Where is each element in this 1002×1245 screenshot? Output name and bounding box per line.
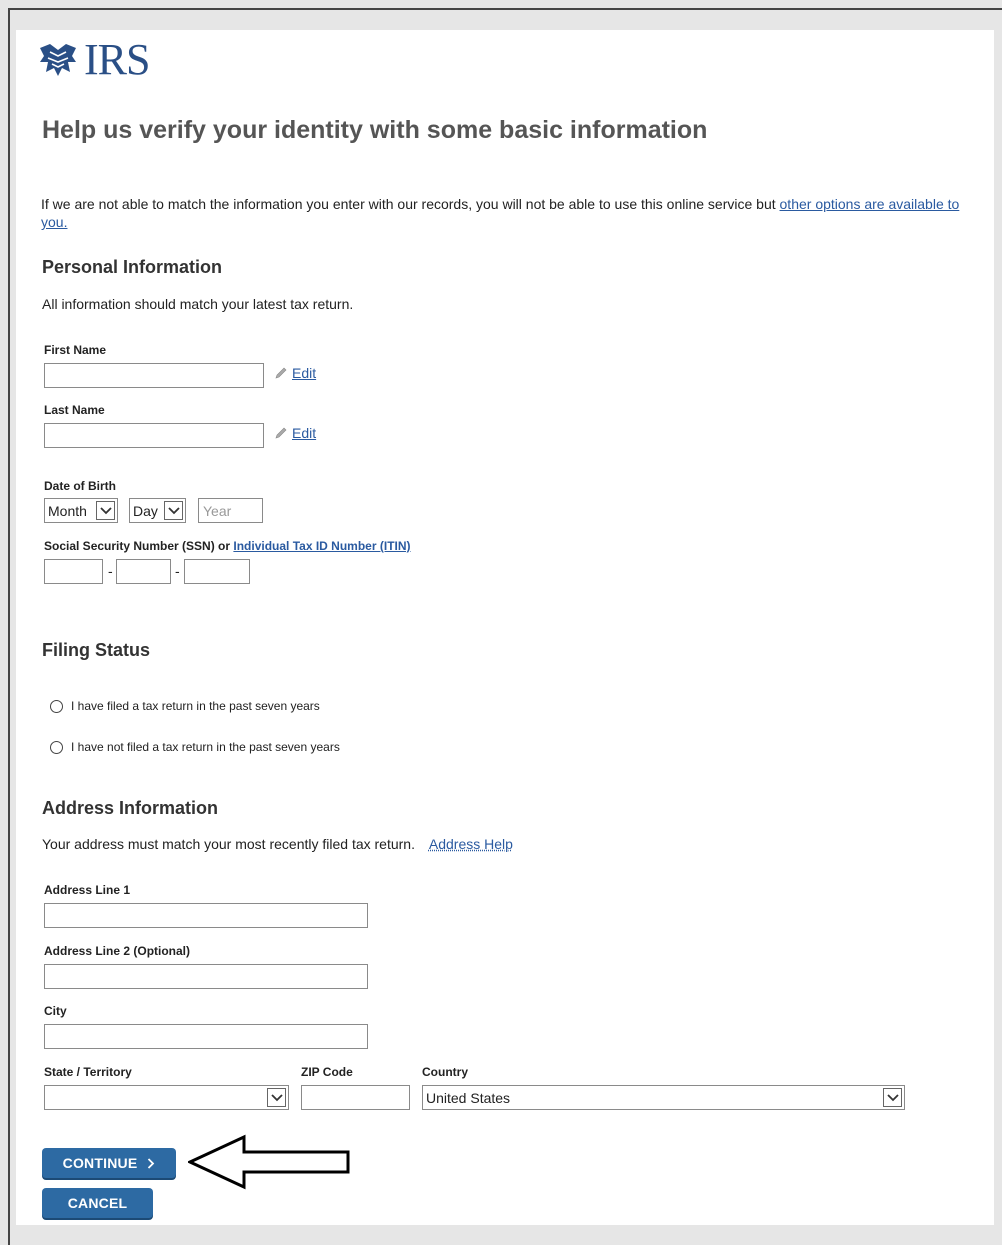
radio-not-filed-label: I have not filed a tax return in the pas…	[71, 740, 340, 754]
address-help-link[interactable]: Address Help	[429, 836, 513, 852]
last-name-label: Last Name	[44, 403, 105, 417]
radio-not-filed[interactable]: I have not filed a tax return in the pas…	[50, 740, 340, 754]
first-name-label: First Name	[44, 343, 107, 357]
address-line2-label: Address Line 2 (Optional)	[44, 944, 191, 958]
state-select[interactable]	[44, 1085, 289, 1110]
pencil-icon	[275, 367, 287, 379]
radio-button[interactable]	[50, 699, 63, 713]
radio-button[interactable]	[50, 740, 63, 754]
year-input[interactable]	[198, 498, 263, 523]
itin-link[interactable]: Individual Tax ID Number (ITIN)	[233, 539, 410, 553]
ssn-label-text: Social Security Number (SSN) or	[44, 539, 234, 553]
chevron-right-icon	[148, 1157, 155, 1169]
ssn-part3-input[interactable]	[184, 559, 250, 584]
month-value: Month	[48, 502, 87, 519]
ssn-label: Social Security Number (SSN) or Individu…	[44, 539, 411, 553]
day-value: Day	[133, 502, 158, 519]
country-label: Country	[422, 1065, 468, 1079]
address-line1-input[interactable]	[44, 903, 368, 928]
continue-button[interactable]: CONTINUE	[42, 1148, 176, 1178]
address-note: Your address must match your most recent…	[42, 836, 513, 852]
radio-filed-label: I have filed a tax return in the past se…	[71, 699, 320, 713]
state-label: State / Territory	[44, 1065, 132, 1079]
month-select[interactable]: Month	[44, 498, 118, 523]
cancel-label: CANCEL	[67, 1195, 128, 1211]
address-note-text: Your address must match your most recent…	[42, 836, 415, 852]
chevron-down-icon	[96, 501, 115, 520]
first-name-input[interactable]	[44, 363, 264, 388]
intro-text: If we are not able to match the informat…	[41, 196, 780, 212]
dob-label: Date of Birth	[44, 479, 116, 493]
radio-filed[interactable]: I have filed a tax return in the past se…	[50, 699, 320, 713]
ssn-dash: -	[175, 563, 180, 579]
last-name-input[interactable]	[44, 423, 264, 448]
page: IRS Help us verify your identity with so…	[16, 30, 994, 1225]
edit-link[interactable]: Edit	[292, 365, 316, 381]
eagle-icon	[40, 44, 76, 76]
ssn-part2-input[interactable]	[116, 559, 171, 584]
address-info-heading: Address Information	[42, 798, 219, 818]
edit-link[interactable]: Edit	[292, 425, 316, 441]
zip-label: ZIP Code	[301, 1065, 353, 1079]
chevron-down-icon	[883, 1088, 902, 1107]
personal-info-heading: Personal Information	[42, 257, 223, 277]
chevron-down-icon	[267, 1088, 286, 1107]
address-line2-input[interactable]	[44, 964, 368, 989]
cancel-button[interactable]: CANCEL	[42, 1188, 153, 1218]
first-name-edit[interactable]: Edit	[274, 365, 316, 381]
irs-wordmark: IRS	[84, 35, 150, 84]
zip-input[interactable]	[301, 1085, 410, 1110]
intro-paragraph: If we are not able to match the informat…	[41, 195, 986, 231]
last-name-edit[interactable]: Edit	[274, 425, 316, 441]
country-select[interactable]: United States	[422, 1085, 905, 1110]
city-input[interactable]	[44, 1024, 368, 1049]
chevron-down-icon	[164, 501, 183, 520]
city-label: City	[44, 1004, 67, 1018]
left-arrow-annotation	[188, 1134, 350, 1190]
pencil-icon	[275, 427, 287, 439]
address-line1-label: Address Line 1	[44, 883, 131, 897]
ssn-dash: -	[108, 563, 113, 579]
page-title: Help us verify your identity with some b…	[42, 116, 708, 144]
filing-status-heading: Filing Status	[42, 640, 150, 660]
continue-label: CONTINUE	[62, 1155, 138, 1171]
irs-logo[interactable]: IRS	[36, 35, 150, 84]
day-select[interactable]: Day	[129, 498, 186, 523]
country-value: United States	[426, 1089, 511, 1106]
personal-info-note: All information should match your latest…	[42, 296, 354, 312]
ssn-part1-input[interactable]	[44, 559, 103, 584]
